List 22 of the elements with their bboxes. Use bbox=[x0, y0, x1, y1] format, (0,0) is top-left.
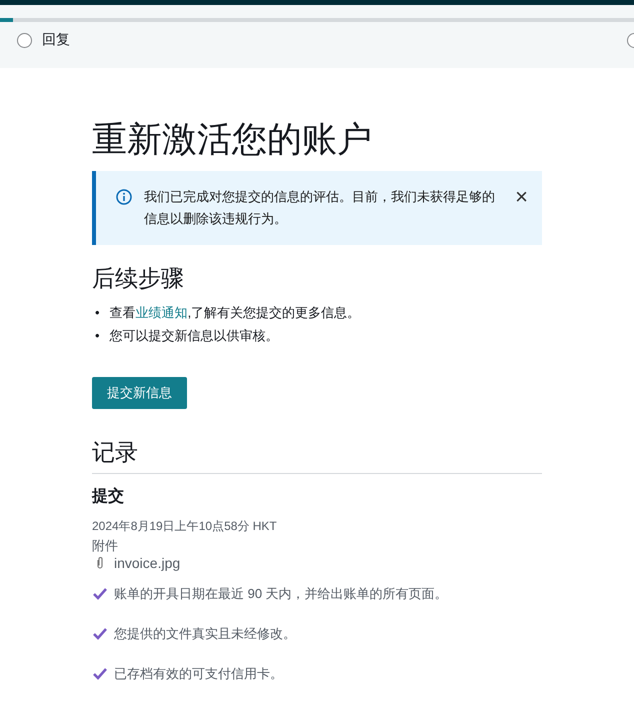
step-label[interactable]: 回复 bbox=[42, 31, 70, 49]
bullet-mark: • bbox=[94, 327, 100, 345]
submit-button[interactable]: 提交新信息 bbox=[92, 377, 187, 409]
attachment-link[interactable]: invoice.jpg bbox=[114, 555, 180, 571]
check-text: 账单的开具日期在最近 90 天内，并给出账单的所有页面。 bbox=[114, 585, 448, 603]
section-heading: 记录 bbox=[92, 437, 542, 474]
check-text: 您提供的文件真实且未经修改。 bbox=[114, 625, 296, 643]
entry-title: 提交 bbox=[92, 486, 125, 507]
paperclip-icon bbox=[96, 556, 104, 570]
alert-message: 我们已完成对您提交的信息的评估。目前，我们未获得足够的信息以删除该违规行为。 bbox=[144, 188, 496, 228]
step-radio[interactable] bbox=[17, 32, 32, 48]
bullet-mark: • bbox=[94, 304, 100, 322]
list-item: 查看业绩通知,了解有关您提交的更多信息。 bbox=[110, 304, 360, 322]
section-heading: 后续步骤 bbox=[92, 264, 185, 293]
list-item: 您可以提交新信息以供审核。 bbox=[110, 327, 279, 345]
link[interactable]: 业绩通知 bbox=[136, 305, 188, 320]
date-text: 2024年8月19日上午10点58分 HKT bbox=[92, 518, 278, 535]
close-button[interactable]: × bbox=[515, 186, 528, 208]
info-icon bbox=[116, 189, 132, 205]
page-title: 重新激活您的账户 bbox=[92, 119, 373, 161]
check-text: 已存档有效的可支付信用卡。 bbox=[114, 665, 283, 683]
attachments-label: 附件 bbox=[92, 537, 119, 555]
